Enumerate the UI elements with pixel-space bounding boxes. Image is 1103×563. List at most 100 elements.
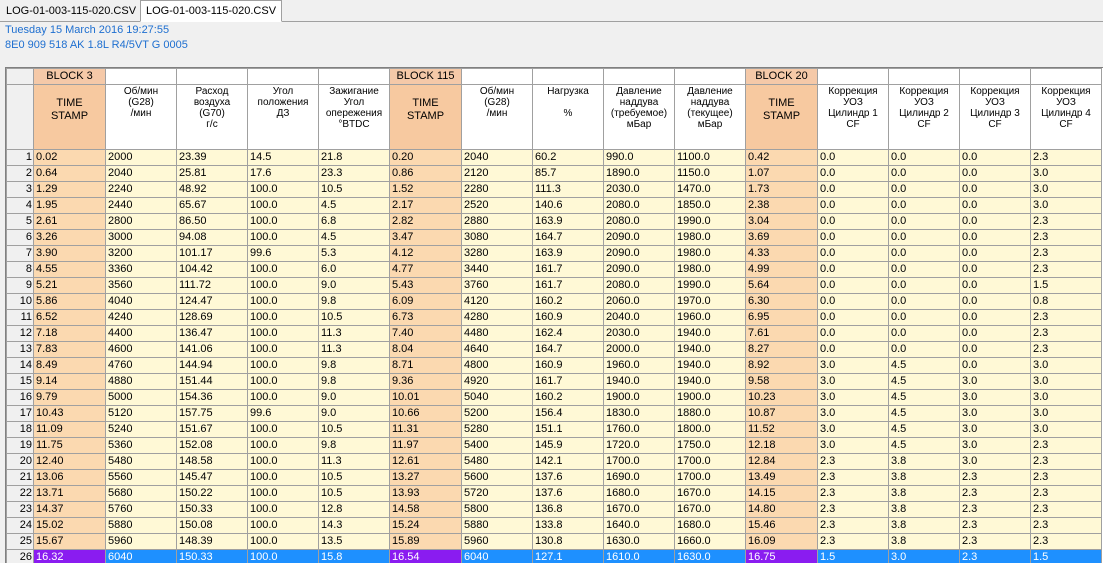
value-cell[interactable]: 1970.0 — [675, 294, 746, 310]
value-cell[interactable]: 5720 — [462, 486, 533, 502]
value-cell[interactable]: 2.3 — [1031, 502, 1102, 518]
value-cell[interactable]: 133.8 — [533, 518, 604, 534]
tab-file-2[interactable]: LOG-01-003-115-020.CSV — [140, 0, 282, 22]
value-cell[interactable]: 6.0 — [319, 262, 390, 278]
column-header[interactable]: Об/мин(G28)/мин — [462, 85, 533, 150]
value-cell[interactable]: 4.5 — [889, 438, 960, 454]
value-cell[interactable]: 4760 — [106, 358, 177, 374]
value-cell[interactable]: 9.8 — [319, 374, 390, 390]
value-cell[interactable]: 100.0 — [248, 182, 319, 198]
timestamp-cell[interactable]: 5.21 — [34, 278, 106, 294]
value-cell[interactable]: 0.0 — [960, 310, 1031, 326]
timestamp-cell[interactable]: 2.82 — [390, 214, 462, 230]
value-cell[interactable]: 5480 — [462, 454, 533, 470]
timestamp-cell[interactable]: 1.07 — [746, 166, 818, 182]
value-cell[interactable]: 4120 — [462, 294, 533, 310]
value-cell[interactable]: 1980.0 — [675, 262, 746, 278]
value-cell[interactable]: 4920 — [462, 374, 533, 390]
value-cell[interactable]: 150.33 — [177, 550, 248, 563]
value-cell[interactable]: 13.5 — [319, 534, 390, 550]
timestamp-cell[interactable]: 15.24 — [390, 518, 462, 534]
column-header[interactable]: УголположенияДЗ — [248, 85, 319, 150]
value-cell[interactable]: 0.0 — [889, 246, 960, 262]
value-cell[interactable]: 9.0 — [319, 406, 390, 422]
value-cell[interactable]: 3.0 — [1031, 166, 1102, 182]
value-cell[interactable]: 111.3 — [533, 182, 604, 198]
value-cell[interactable]: 100.0 — [248, 534, 319, 550]
timestamp-cell[interactable]: 6.30 — [746, 294, 818, 310]
value-cell[interactable]: 4.5 — [319, 230, 390, 246]
value-cell[interactable]: 2.3 — [960, 486, 1031, 502]
value-cell[interactable]: 1890.0 — [604, 166, 675, 182]
value-cell[interactable]: 145.47 — [177, 470, 248, 486]
value-cell[interactable]: 0.0 — [818, 214, 889, 230]
value-cell[interactable]: 1680.0 — [604, 486, 675, 502]
value-cell[interactable]: 2080.0 — [604, 278, 675, 294]
value-cell[interactable]: 124.47 — [177, 294, 248, 310]
value-cell[interactable]: 5120 — [106, 406, 177, 422]
value-cell[interactable]: 150.22 — [177, 486, 248, 502]
value-cell[interactable]: 0.0 — [818, 230, 889, 246]
timestamp-cell[interactable]: 2.38 — [746, 198, 818, 214]
table-row[interactable]: 169.795000154.36100.09.010.015040160.219… — [7, 390, 1102, 406]
value-cell[interactable]: 111.72 — [177, 278, 248, 294]
value-cell[interactable]: 2.3 — [1031, 438, 1102, 454]
value-cell[interactable]: 3.0 — [1031, 422, 1102, 438]
value-cell[interactable]: 2.3 — [818, 486, 889, 502]
value-cell[interactable]: 3280 — [462, 246, 533, 262]
value-cell[interactable]: 100.0 — [248, 550, 319, 563]
timestamp-cell[interactable]: 15.46 — [746, 518, 818, 534]
timestamp-cell[interactable]: 14.15 — [746, 486, 818, 502]
value-cell[interactable]: 0.0 — [818, 150, 889, 166]
value-cell[interactable]: 151.44 — [177, 374, 248, 390]
value-cell[interactable]: 2.3 — [1031, 470, 1102, 486]
timestamp-cell[interactable]: 11.09 — [34, 422, 106, 438]
value-cell[interactable]: 3760 — [462, 278, 533, 294]
value-cell[interactable]: 1680.0 — [675, 518, 746, 534]
value-cell[interactable]: 1720.0 — [604, 438, 675, 454]
value-cell[interactable]: 99.6 — [248, 246, 319, 262]
value-cell[interactable]: 137.6 — [533, 486, 604, 502]
timestamp-cell[interactable]: 6.95 — [746, 310, 818, 326]
value-cell[interactable]: 1940.0 — [675, 326, 746, 342]
value-cell[interactable]: 1.5 — [1031, 550, 1102, 563]
value-cell[interactable]: 0.0 — [889, 326, 960, 342]
value-cell[interactable]: 3.0 — [1031, 390, 1102, 406]
timestamp-cell[interactable]: 13.49 — [746, 470, 818, 486]
value-cell[interactable]: 2.3 — [818, 534, 889, 550]
value-cell[interactable]: 150.08 — [177, 518, 248, 534]
value-cell[interactable]: 3.0 — [1031, 374, 1102, 390]
table-row[interactable]: 63.26300094.08100.04.53.473080164.72090.… — [7, 230, 1102, 246]
value-cell[interactable]: 0.0 — [960, 214, 1031, 230]
timestamp-cell[interactable]: 8.92 — [746, 358, 818, 374]
value-cell[interactable]: 2030.0 — [604, 182, 675, 198]
value-cell[interactable]: 100.0 — [248, 358, 319, 374]
timestamp-cell[interactable]: 7.61 — [746, 326, 818, 342]
value-cell[interactable]: 4800 — [462, 358, 533, 374]
timestamp-cell[interactable]: 16.75 — [746, 550, 818, 563]
timestamp-cell[interactable]: 15.89 — [390, 534, 462, 550]
value-cell[interactable]: 0.0 — [960, 358, 1031, 374]
value-cell[interactable]: 5000 — [106, 390, 177, 406]
value-cell[interactable]: 3.0 — [1031, 198, 1102, 214]
value-cell[interactable]: 94.08 — [177, 230, 248, 246]
value-cell[interactable]: 0.0 — [818, 342, 889, 358]
value-cell[interactable]: 2.3 — [1031, 150, 1102, 166]
timestamp-cell[interactable]: 8.04 — [390, 342, 462, 358]
value-cell[interactable]: 5360 — [106, 438, 177, 454]
value-cell[interactable]: 5200 — [462, 406, 533, 422]
value-cell[interactable]: 1470.0 — [675, 182, 746, 198]
value-cell[interactable]: 0.0 — [889, 342, 960, 358]
value-cell[interactable]: 140.6 — [533, 198, 604, 214]
value-cell[interactable]: 160.9 — [533, 358, 604, 374]
value-cell[interactable]: 5760 — [106, 502, 177, 518]
table-row[interactable]: 52.61280086.50100.06.82.822880163.92080.… — [7, 214, 1102, 230]
value-cell[interactable]: 100.0 — [248, 262, 319, 278]
value-cell[interactable]: 0.0 — [960, 246, 1031, 262]
timestamp-cell[interactable]: 9.79 — [34, 390, 106, 406]
value-cell[interactable]: 2.3 — [1031, 326, 1102, 342]
value-cell[interactable]: 3.0 — [818, 374, 889, 390]
value-cell[interactable]: 5600 — [462, 470, 533, 486]
value-cell[interactable]: 2.3 — [1031, 454, 1102, 470]
value-cell[interactable]: 1990.0 — [675, 278, 746, 294]
